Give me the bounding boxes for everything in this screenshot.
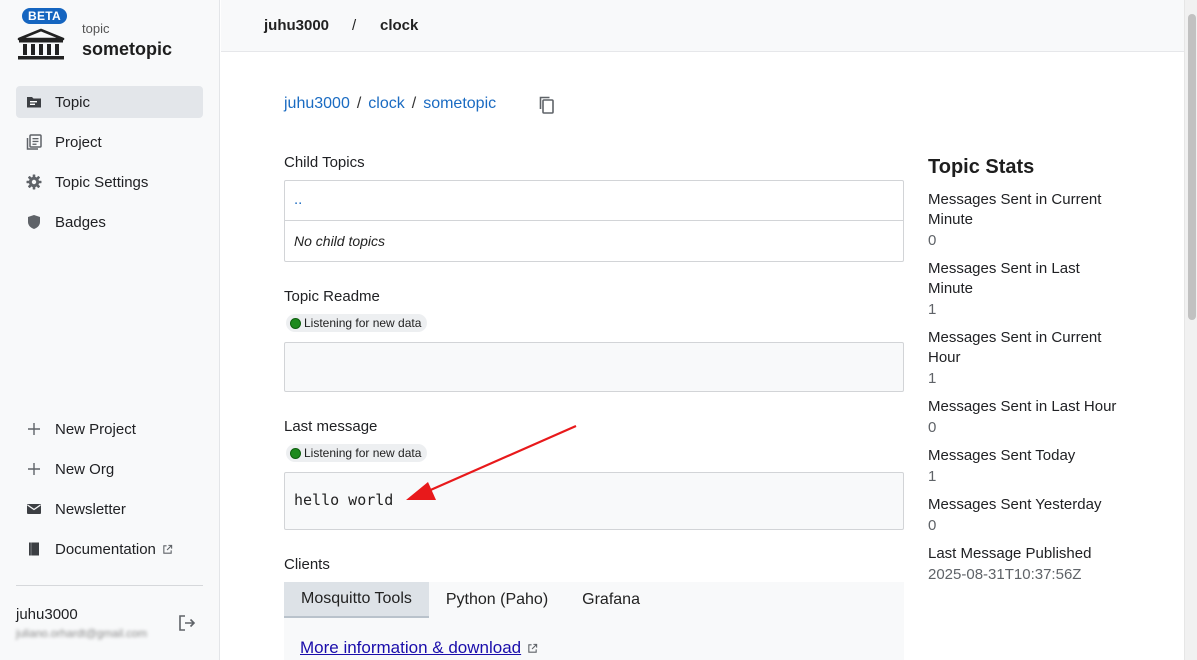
status-dot-icon: [290, 317, 301, 329]
stat-last-published: Last Message Published 2025-08-31T10:37:…: [928, 544, 1128, 585]
stat-label: Messages Sent in Last Hour: [928, 398, 1117, 415]
beta-badge: BETA: [22, 8, 67, 24]
collection-icon: [26, 134, 42, 150]
nav-label: Newsletter: [55, 500, 126, 518]
stat-value: 0: [928, 517, 937, 534]
top-breadcrumb-bar: juhu3000 / clock: [221, 0, 1184, 52]
stat-value: 0: [928, 419, 937, 436]
top-crumb-project[interactable]: clock: [380, 17, 418, 34]
new-org-button[interactable]: New Org: [16, 453, 203, 485]
breadcrumb-separator: /: [411, 95, 417, 112]
stat-value: 1: [928, 301, 937, 318]
sidebar-item-label: Topic: [55, 93, 91, 111]
stat-label: Messages Sent Today: [928, 447, 1076, 464]
stat-label: Messages Sent in Current Hour: [928, 329, 1102, 366]
brand-kicker: topic: [82, 21, 110, 36]
child-topics-empty: No child topics: [294, 233, 386, 249]
building-logo-icon: [17, 28, 65, 60]
user-email: juliano.orhardt@gmail.com: [16, 628, 148, 640]
copy-icon[interactable]: [537, 95, 557, 115]
last-message-status-badge: Listening for new data: [286, 444, 428, 462]
top-crumb-separator: /: [352, 17, 357, 34]
readme-status-badge: Listening for new data: [286, 314, 428, 332]
sidebar-item-topic[interactable]: Topic: [16, 86, 203, 118]
stat-current-hour: Messages Sent in Current Hour 1: [928, 328, 1128, 389]
nav-label: New Org: [55, 460, 115, 478]
tab-mosquitto-tools[interactable]: Mosquitto Tools: [284, 582, 429, 618]
sidebar-item-label: Topic Settings: [55, 173, 149, 191]
plus-icon: [26, 421, 42, 437]
stat-label: Messages Sent in Last Minute: [928, 260, 1080, 297]
breadcrumb-org-link[interactable]: juhu3000: [284, 95, 350, 113]
sidebar-item-badges[interactable]: Badges: [16, 206, 203, 238]
mail-icon: [26, 501, 42, 517]
plus-icon: [26, 461, 42, 477]
sidebar-item-topic-settings[interactable]: Topic Settings: [16, 166, 203, 198]
breadcrumb-separator: /: [356, 95, 362, 112]
sidebar-item-label: Badges: [55, 213, 106, 231]
status-dot-icon: [290, 447, 301, 459]
last-message-box: hello world: [284, 472, 904, 530]
shield-icon: [26, 214, 42, 230]
logout-icon[interactable]: [178, 614, 196, 632]
stat-label: Last Message Published: [928, 545, 1092, 562]
stat-value: 2025-08-31T10:37:56Z: [928, 566, 1082, 583]
stat-value: 1: [928, 468, 937, 485]
brand[interactable]: BETA topic sometopic: [16, 8, 206, 68]
stat-last-hour: Messages Sent in Last Hour 0: [928, 397, 1128, 438]
topic-readme-label: Topic Readme: [284, 288, 380, 305]
child-topics-list: .. No child topics: [284, 180, 904, 262]
tab-grafana[interactable]: Grafana: [565, 582, 657, 618]
parent-topic-link[interactable]: ..: [285, 181, 903, 221]
clients-tabs: Mosquitto Tools Python (Paho) Grafana: [284, 582, 904, 618]
topic-stats-title: Topic Stats: [928, 156, 1035, 178]
clients-tab-panel: More information & download: [284, 618, 904, 660]
external-link-icon: [163, 544, 173, 554]
child-topics-label: Child Topics: [284, 154, 365, 171]
gear-icon: [26, 174, 42, 190]
breadcrumb: juhu3000 / clock / sometopic: [284, 95, 496, 113]
last-message-label: Last message: [284, 418, 378, 435]
stat-yesterday: Messages Sent Yesterday 0: [928, 495, 1128, 536]
scrollbar[interactable]: [1184, 0, 1197, 660]
sidebar-divider: [16, 585, 203, 586]
breadcrumb-project-link[interactable]: clock: [368, 95, 404, 113]
stat-current-minute: Messages Sent in Current Minute 0: [928, 190, 1128, 251]
nav-label: New Project: [55, 420, 136, 438]
stat-today: Messages Sent Today 1: [928, 446, 1128, 487]
book-icon: [26, 541, 42, 557]
brand-title: sometopic: [82, 39, 173, 59]
tab-python-paho[interactable]: Python (Paho): [429, 582, 565, 618]
more-info-link-text: More information & download: [300, 638, 522, 657]
stat-value: 0: [928, 232, 937, 249]
topic-readme-box: [284, 342, 904, 392]
last-message-value: hello world: [294, 491, 394, 509]
stat-last-minute: Messages Sent in Last Minute 1: [928, 259, 1128, 320]
newsletter-link[interactable]: Newsletter: [16, 493, 203, 525]
sidebar-nav: Topic Project Topic Settings Badges: [16, 86, 203, 246]
nav-label: Documentation: [55, 540, 156, 558]
sidebar-item-label: Project: [55, 133, 102, 151]
readme-status-text: Listening for new data: [304, 316, 422, 330]
user-name: juhu3000: [16, 606, 78, 623]
breadcrumb-topic-link[interactable]: sometopic: [423, 95, 496, 113]
top-crumb-org[interactable]: juhu3000: [264, 17, 329, 34]
folder-icon: [26, 94, 42, 110]
stat-label: Messages Sent Yesterday: [928, 496, 1102, 513]
stat-label: Messages Sent in Current Minute: [928, 191, 1102, 228]
scrollbar-thumb[interactable]: [1188, 14, 1196, 320]
documentation-link[interactable]: Documentation: [16, 533, 203, 565]
sidebar: BETA topic sometopic Topic Project Topic…: [0, 0, 220, 660]
last-message-status-text: Listening for new data: [304, 446, 422, 460]
sidebar-item-project[interactable]: Project: [16, 126, 203, 158]
new-project-button[interactable]: New Project: [16, 413, 203, 445]
external-link-icon: [528, 643, 538, 653]
clients-label: Clients: [284, 556, 330, 573]
stat-value: 1: [928, 370, 937, 387]
more-info-download-link[interactable]: More information & download: [300, 638, 538, 658]
sidebar-secondary-nav: New Project New Org Newsletter Documenta…: [16, 413, 203, 573]
